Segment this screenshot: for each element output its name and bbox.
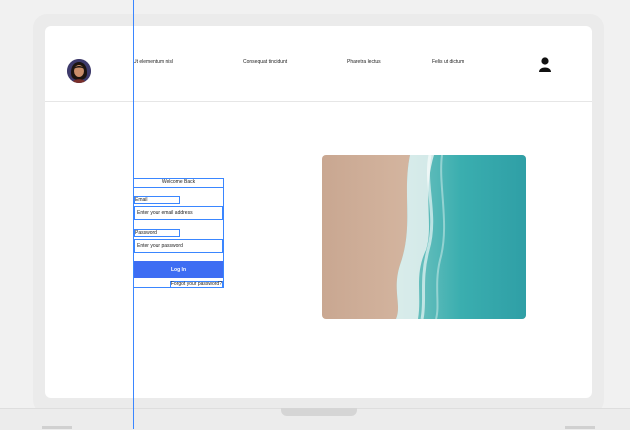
nav-link-4[interactable]: Felis ut dictum xyxy=(432,59,464,65)
avatar-image xyxy=(67,59,91,83)
nav-link-2[interactable]: Consequat tincidunt xyxy=(243,59,287,65)
laptop-screen: Ut elementum nisl Consequat tincidunt Ph… xyxy=(45,26,592,398)
form-title: Welcome Back xyxy=(134,179,223,188)
password-field[interactable] xyxy=(134,239,223,253)
beach-photo xyxy=(322,155,526,319)
email-field[interactable] xyxy=(134,206,223,220)
nav-link-3[interactable]: Pharetra lectus xyxy=(347,59,381,65)
nav-link-1[interactable]: Ut elementum nisl xyxy=(133,59,173,65)
login-button[interactable]: Log In xyxy=(134,261,223,278)
password-label: Password xyxy=(134,229,180,237)
forgot-password-link[interactable]: Forgot your password? xyxy=(169,281,223,288)
email-label: Email xyxy=(134,196,180,204)
avatar[interactable] xyxy=(67,59,91,83)
layout-guide-line xyxy=(133,0,134,429)
laptop-notch xyxy=(281,408,357,416)
user-icon[interactable] xyxy=(539,57,551,72)
top-navigation: Ut elementum nisl Consequat tincidunt Ph… xyxy=(45,26,592,102)
login-form: Welcome Back Email Password Log In Forgo… xyxy=(133,178,224,288)
